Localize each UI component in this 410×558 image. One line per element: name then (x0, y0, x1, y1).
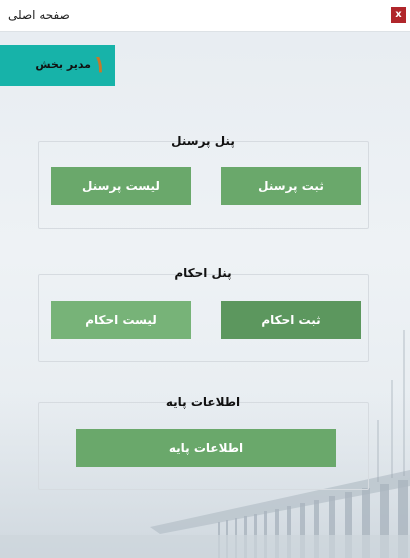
department-number: ۱ (93, 51, 106, 78)
register-rulings-button[interactable]: ثبت احکام (221, 301, 361, 339)
department-label: مدیر بخش (35, 58, 91, 71)
base-info-button[interactable]: اطلاعات پایه (76, 429, 336, 467)
base-info-title: اطلاعات پایه (165, 395, 241, 409)
personnel-panel-title: پنل پرسنل (171, 134, 235, 148)
close-button[interactable]: x (391, 7, 406, 23)
register-personnel-button[interactable]: ثبت پرسنل (221, 167, 361, 205)
rulings-list-button[interactable]: لیست احکام (51, 301, 191, 339)
rulings-panel-title: پنل احکام (174, 266, 232, 280)
window-title: صفحه اصلی (8, 8, 70, 22)
personnel-list-button[interactable]: لیست پرسنل (51, 167, 191, 205)
department-badge[interactable]: مدیر بخش ۱ (0, 45, 115, 86)
title-bar: صفحه اصلی x (0, 0, 410, 32)
main-window: صفحه اصلی x مدیر بخش ۱ پنل پرسنل ثبت پرس… (0, 0, 410, 558)
